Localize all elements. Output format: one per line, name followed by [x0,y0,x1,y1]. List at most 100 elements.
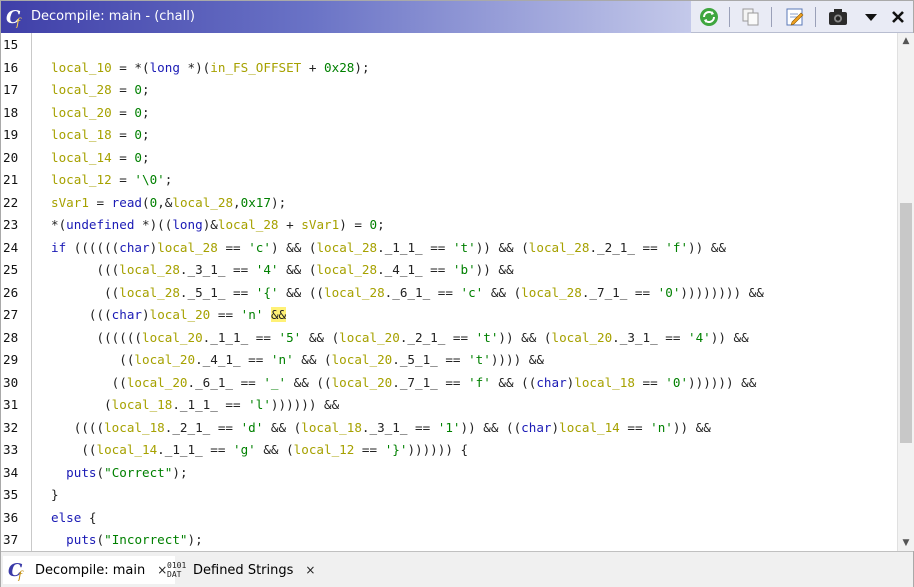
code-text[interactable]: ((local_28._5_1_ == '{' && ((local_28._6… [51,282,764,304]
code-line[interactable]: 31 (local_18._1_1_ == 'l')))))) && [1,394,897,416]
window-title: Decompile: main - (chall) [31,9,195,24]
code-line[interactable]: 19 local_18 = 0; [1,124,897,146]
code-text[interactable]: if ((((((char)local_28 == 'c') && (local… [51,237,726,259]
snapshot-icon [829,9,847,25]
code-text[interactable]: local_14 = 0; [51,147,150,169]
line-number: 27 [3,307,19,322]
code-text[interactable]: (((local_28._3_1_ == '4' && (local_28._4… [51,259,513,281]
code-line[interactable]: 37 puts("Incorrect"); [1,529,897,551]
code-line[interactable]: 33 ((local_14._1_1_ == 'g' && (local_12 … [1,439,897,461]
decompiler-icon: C f [8,560,24,581]
vertical-scrollbar[interactable]: ▲ ▼ [897,33,914,551]
code-line[interactable]: 25 (((local_28._3_1_ == '4' && (local_28… [1,259,897,281]
line-number: 36 [3,509,19,525]
code-line[interactable]: 36 else { [1,507,897,529]
code-line[interactable]: 29 ((local_20._4_1_ == 'n' && (local_20.… [1,349,897,371]
svg-text:f: f [17,569,24,581]
line-number: 34 [3,464,19,480]
code-text[interactable]: (((char)local_20 == 'n' && [51,304,287,326]
copy-button[interactable] [739,5,763,29]
code-line[interactable]: 23 *(undefined *)((long)&local_28 + sVar1… [1,214,897,236]
line-number: 22 [3,194,19,210]
code-text[interactable]: local_28 = 0; [51,79,150,101]
code-line[interactable]: 26 ((local_28._5_1_ == '{' && ((local_28… [1,282,897,304]
code-text[interactable]: puts("Correct"); [51,462,187,484]
line-number: 28 [3,329,19,345]
scroll-up-arrow-icon[interactable]: ▲ [898,33,914,49]
code-line[interactable]: 35} [1,484,897,506]
edit-function-signature-icon [786,8,804,26]
code-text[interactable]: (local_18._1_1_ == 'l')))))) && [51,394,339,416]
code-line[interactable]: 15 [1,34,897,56]
line-number: 29 [3,352,19,367]
tab-decompile-main[interactable]: C f Decompile: main × [3,556,176,584]
svg-text:f: f [15,16,22,28]
code-line[interactable]: 30 ((local_20._6_1_ == '_' && ((local_20… [1,372,897,394]
edit-function-signature-button[interactable] [783,5,807,29]
line-number: 16 [3,59,19,75]
scrollbar-thumb[interactable] [900,203,912,443]
code-line[interactable]: 17 local_28 = 0; [1,79,897,101]
tab-bar: C f Decompile: main × 0101 DAT Defined S… [1,551,913,587]
decompiler-window: C f Decompile: main - (chall) 15 16 loca… [0,0,914,587]
line-number: 17 [3,82,19,97]
line-number: 33 [3,442,19,457]
copy-icon [742,8,759,26]
code-text[interactable]: local_10 = *(long *)(in_FS_OFFSET + 0x28… [51,57,370,79]
line-number: 26 [3,284,19,300]
line-number: 15 [3,37,19,52]
tab-label: Decompile: main [35,562,146,578]
line-number: 20 [3,149,19,165]
line-number: 19 [3,127,19,142]
code-line[interactable]: 27 (((char)local_20 == 'n' && [1,304,897,326]
code-text[interactable]: sVar1 = read(0,&local_28,0x17); [51,192,286,214]
tab-label: Defined Strings [193,562,294,578]
code-line[interactable]: 21 local_12 = '\0'; [1,169,897,191]
code-line[interactable]: 28 ((((((local_20._1_1_ == '5' && (local… [1,327,897,349]
code-line[interactable]: 16 local_10 = *(long *)(in_FS_OFFSET + 0x… [1,57,897,79]
toolbar-separator [771,7,772,27]
code-line[interactable]: 20 local_14 = 0; [1,147,897,169]
line-number: 18 [3,104,19,120]
decompiled-code-view[interactable]: 15 16 local_10 = *(long *)(in_FS_OFFSET + … [1,33,897,551]
menu-dropdown-icon [865,14,877,21]
line-number: 23 [3,217,19,232]
code-line[interactable]: 18 local_20 = 0; [1,102,897,124]
code-text[interactable]: local_12 = '\0'; [51,169,172,191]
snapshot-button[interactable] [826,5,850,29]
code-text[interactable]: *(undefined *)((long)&local_28 + sVar1) … [51,214,385,236]
line-number: 35 [3,487,19,502]
line-number: 25 [3,262,19,277]
code-text[interactable]: } [51,484,59,506]
code-text[interactable]: puts("Incorrect"); [51,529,203,551]
refresh-button[interactable] [697,5,721,29]
title-bar: C f Decompile: main - (chall) [1,1,913,33]
close-tab-icon[interactable]: × [305,563,315,577]
refresh-icon [700,8,718,26]
line-number: 24 [3,239,19,255]
code-text[interactable]: else { [51,507,97,529]
code-text[interactable]: ((((local_18._2_1_ == 'd' && (local_18._… [51,417,711,439]
code-text[interactable]: ((local_14._1_1_ == 'g' && (local_12 == … [51,439,468,461]
code-text[interactable]: ((((((local_20._1_1_ == '5' && (local_20… [51,327,748,349]
code-line[interactable]: 24 if ((((((char)local_28 == 'c') && (loc… [1,237,897,259]
dat-icon: 0101 DAT [167,561,187,579]
line-number: 32 [3,419,19,435]
code-line[interactable]: 32 ((((local_18._2_1_ == 'd' && (local_1… [1,417,897,439]
close-icon [892,11,904,23]
menu-dropdown-button[interactable] [859,5,883,29]
line-number: 21 [3,172,19,187]
scroll-down-arrow-icon[interactable]: ▼ [898,535,914,551]
code-text[interactable]: local_18 = 0; [51,124,150,146]
toolbar-separator [815,7,816,27]
code-text[interactable]: ((local_20._6_1_ == '_' && ((local_20._7… [51,372,757,394]
code-line[interactable]: 34 puts("Correct"); [1,462,897,484]
line-number: 30 [3,374,19,390]
close-window-button[interactable] [886,5,910,29]
code-text[interactable]: ((local_20._4_1_ == 'n' && (local_20._5_… [51,349,544,371]
line-number: 37 [3,532,19,547]
code-text[interactable]: local_20 = 0; [51,102,150,124]
decompiler-icon: C f [6,7,22,28]
tab-defined-strings[interactable]: 0101 DAT Defined Strings × [165,556,323,584]
code-line[interactable]: 22 sVar1 = read(0,&local_28,0x17); [1,192,897,214]
